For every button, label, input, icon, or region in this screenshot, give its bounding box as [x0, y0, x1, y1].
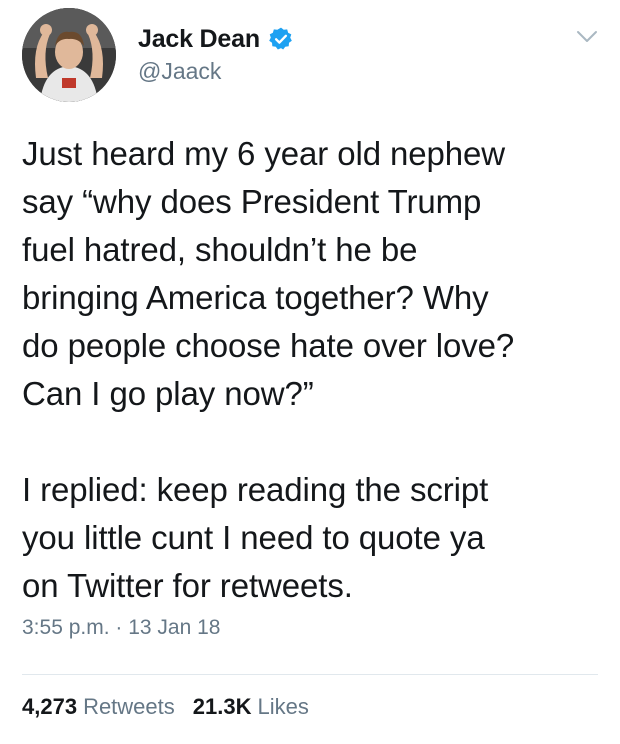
divider [22, 674, 598, 675]
retweets-stat[interactable]: 4,273 Retweets [22, 694, 175, 720]
likes-stat[interactable]: 21.3K Likes [193, 694, 309, 720]
likes-label: Likes [257, 694, 309, 719]
user-name-block: Jack Dean @Jaack [138, 22, 294, 85]
tweet-card: Jack Dean @Jaack Just heard my 6 year ol… [0, 0, 620, 744]
tweet-header: Jack Dean @Jaack [22, 8, 602, 108]
chevron-down-icon[interactable] [576, 30, 598, 44]
tweet-stats: 4,273 Retweets 21.3K Likes [22, 694, 309, 720]
display-name-row: Jack Dean [138, 22, 294, 56]
avatar-image [22, 8, 116, 102]
tweet-text: Just heard my 6 year old nephew say “why… [22, 135, 515, 604]
avatar[interactable] [22, 8, 116, 102]
user-handle[interactable]: @Jaack [138, 58, 294, 85]
display-name[interactable]: Jack Dean [138, 25, 260, 54]
retweets-count: 4,273 [22, 694, 78, 719]
retweets-label: Retweets [83, 694, 175, 719]
tweet-timestamp[interactable]: 3:55 p.m. · 13 Jan 18 [22, 616, 220, 640]
verified-badge-icon [268, 26, 294, 52]
likes-count: 21.3K [192, 694, 252, 719]
